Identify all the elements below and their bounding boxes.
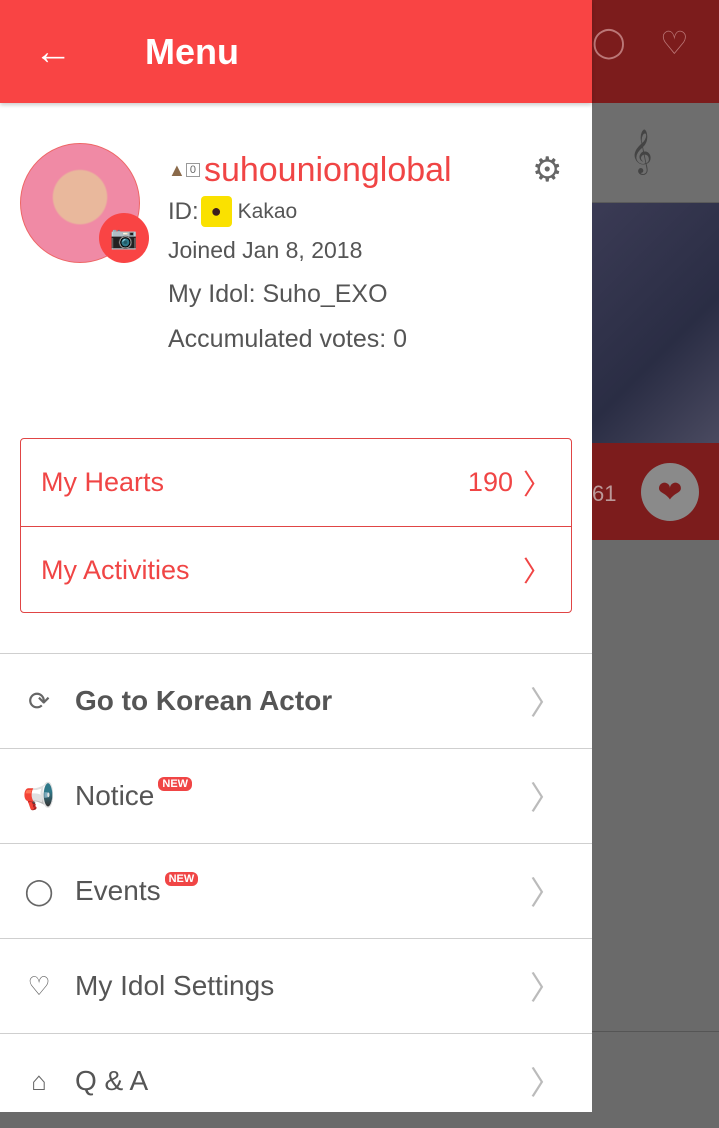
id-provider: Kakao [237,199,298,223]
gear-icon[interactable]: ⚙ [532,150,562,190]
menu-item-label: Notice [75,780,155,811]
vote-count: 61 [592,481,617,506]
background-photo [592,203,719,443]
my-heart-icon: ♡ [660,25,689,61]
camera-icon[interactable]: 📷 [99,213,149,263]
level-badge: 0 [185,163,200,177]
my-hearts-button[interactable]: My Hearts 190 〉 [21,439,571,526]
menu-item-events[interactable]: ◯ Events NEW 〉 [0,843,592,938]
chevron-right-icon: 〉 [529,780,562,816]
chevron-right-icon: 〉 [522,468,551,500]
drawer-header: ← Menu [0,0,592,103]
id-label: ID: [168,197,199,225]
heart-swap-icon: ⟳ [28,685,50,716]
menu-list: ⟳ Go to Korean Actor 〉 📢 Notice NEW 〉 ◯ … [0,653,592,1128]
menu-item-qa[interactable]: ⌂ Q & A 〉 [0,1033,592,1128]
chevron-right-icon: 〉 [529,1065,562,1101]
username: suhounionglobal [203,150,452,189]
my-hearts-count: 190 [467,467,513,497]
menu-item-label: Q & A [75,1065,149,1096]
menu-item-label: Go to Korean Actor [75,685,333,716]
profile-info: ▲ 0 suhounionglobal ID: ● Kakao Joined J… [168,150,452,354]
menu-item-my-idol-settings[interactable]: ♡ My Idol Settings 〉 [0,938,592,1033]
hearts-activities-box: My Hearts 190 〉 My Activities 〉 [20,438,572,613]
menu-item-notice[interactable]: 📢 Notice NEW 〉 [0,748,592,843]
house-heart-icon: ⌂ [31,1065,47,1096]
background-vote-bar: 61 ❤ [592,443,719,540]
level-rock-icon: ▲ [168,159,186,180]
menu-drawer: ← Menu 📷 ▲ 0 suhounionglobal ID: ● Kakao… [0,0,592,1112]
heart-question-icon: ♡ [27,970,51,1001]
my-activities-label: My Activities [41,554,190,585]
accumulated-votes: Accumulated votes: 0 [168,325,408,353]
vote-heart-button: ❤ [641,463,699,521]
joined-date: Joined Jan 8, 2018 [168,237,363,263]
new-badge: NEW [158,777,193,791]
megaphone-icon: 📢 [22,780,56,811]
my-hearts-label: My Hearts [41,467,165,497]
background-header: ◯ ♡ [592,0,719,103]
profile-icon: ◯ [592,26,626,59]
background-tabs: 𝄞 [592,103,719,203]
chevron-right-icon: 〉 [529,875,562,911]
my-activities-button[interactable]: My Activities 〉 [21,526,571,613]
new-badge: NEW [164,872,199,886]
my-idol: My Idol: Suho_EXO [168,280,388,308]
kakao-icon: ● [200,196,232,227]
chevron-right-icon: 〉 [522,556,551,587]
background-screen[interactable]: ◯ ♡ 𝄞 61 ❤ [592,0,719,1112]
chevron-right-icon: 〉 [529,685,562,721]
page-title: Menu [145,30,239,72]
menu-item-label: Events [75,875,161,906]
menu-item-label: My Idol Settings [75,970,275,1001]
arrow-left-icon[interactable]: ← [34,33,90,71]
chevron-right-icon: 〉 [529,970,562,1006]
music-icon: 𝄞 [630,131,653,173]
divider [592,1031,719,1032]
menu-item-korean-actor[interactable]: ⟳ Go to Korean Actor 〉 [0,653,592,748]
balloon-icon: ◯ [24,875,54,906]
